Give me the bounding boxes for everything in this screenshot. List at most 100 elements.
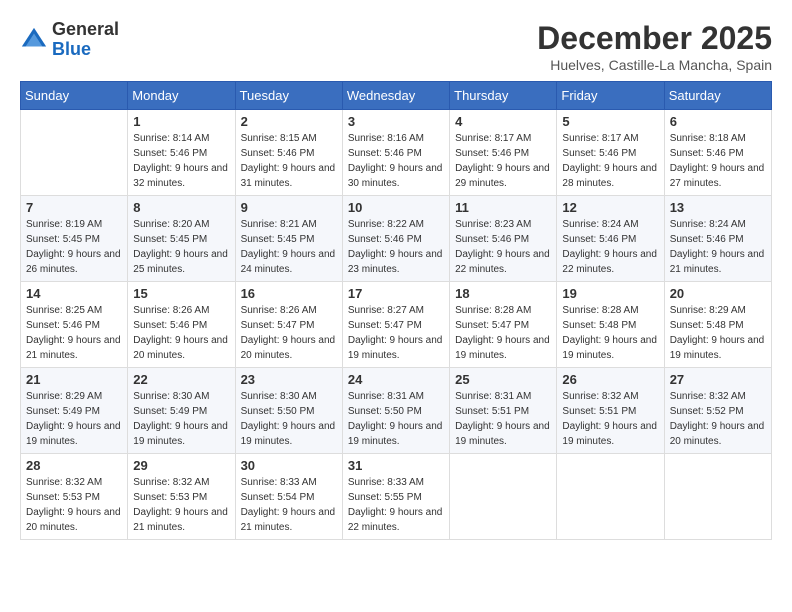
calendar-day-cell: 20Sunrise: 8:29 AMSunset: 5:48 PMDayligh… [664, 282, 771, 368]
day-info: Sunrise: 8:32 AMSunset: 5:52 PMDaylight:… [670, 389, 766, 449]
calendar-day-cell: 28Sunrise: 8:32 AMSunset: 5:53 PMDayligh… [21, 454, 128, 540]
day-info: Sunrise: 8:33 AMSunset: 5:55 PMDaylight:… [348, 475, 444, 535]
day-number: 7 [26, 200, 122, 215]
calendar-day-cell [557, 454, 664, 540]
calendar-day-cell: 3 Sunrise: 8:16 AMSunset: 5:46 PMDaylight… [342, 110, 449, 196]
day-info: Sunrise: 8:28 AMSunset: 5:48 PMDaylight:… [562, 303, 658, 363]
calendar-day-cell: 10 Sunrise: 8:22 AMSunset: 5:46 PMDayligh… [342, 196, 449, 282]
day-number: 5 [562, 114, 658, 129]
day-number: 11 [455, 200, 551, 215]
calendar-table: SundayMondayTuesdayWednesdayThursdayFrid… [20, 81, 772, 540]
day-info: Sunrise: 8:28 AMSunset: 5:47 PMDaylight:… [455, 303, 551, 363]
calendar-day-cell: 19 Sunrise: 8:28 AMSunset: 5:48 PMDayligh… [557, 282, 664, 368]
day-info: Sunrise: 8:31 AMSunset: 5:50 PMDaylight:… [348, 389, 444, 449]
calendar-day-cell: 16 Sunrise: 8:26 AMSunset: 5:47 PMDayligh… [235, 282, 342, 368]
day-number: 8 [133, 200, 229, 215]
day-of-week-header: Tuesday [235, 82, 342, 110]
day-info: Sunrise: 8:25 AMSunset: 5:46 PMDaylight:… [26, 303, 122, 363]
calendar-day-cell: 8 Sunrise: 8:20 AMSunset: 5:45 PMDaylight… [128, 196, 235, 282]
day-info: Sunrise: 8:17 AMSunset: 5:46 PMDaylight:… [562, 131, 658, 191]
calendar-day-cell: 11 Sunrise: 8:23 AMSunset: 5:46 PMDayligh… [450, 196, 557, 282]
calendar-day-cell: 14 Sunrise: 8:25 AMSunset: 5:46 PMDayligh… [21, 282, 128, 368]
calendar-week-row: 21Sunrise: 8:29 AMSunset: 5:49 PMDayligh… [21, 368, 772, 454]
day-number: 17 [348, 286, 444, 301]
day-number: 29 [133, 458, 229, 473]
day-number: 25 [455, 372, 551, 387]
day-info: Sunrise: 8:20 AMSunset: 5:45 PMDaylight:… [133, 217, 229, 277]
logo-icon [20, 26, 48, 54]
location: Huelves, Castille-La Mancha, Spain [537, 57, 772, 73]
calendar-day-cell: 21Sunrise: 8:29 AMSunset: 5:49 PMDayligh… [21, 368, 128, 454]
day-number: 12 [562, 200, 658, 215]
day-number: 14 [26, 286, 122, 301]
calendar-day-cell: 29Sunrise: 8:32 AMSunset: 5:53 PMDayligh… [128, 454, 235, 540]
calendar-day-cell: 12Sunrise: 8:24 AMSunset: 5:46 PMDayligh… [557, 196, 664, 282]
logo-text: General Blue [52, 20, 119, 60]
calendar-header-row: SundayMondayTuesdayWednesdayThursdayFrid… [21, 82, 772, 110]
calendar-day-cell: 22Sunrise: 8:30 AMSunset: 5:49 PMDayligh… [128, 368, 235, 454]
day-number: 4 [455, 114, 551, 129]
day-number: 22 [133, 372, 229, 387]
calendar-day-cell: 26Sunrise: 8:32 AMSunset: 5:51 PMDayligh… [557, 368, 664, 454]
day-number: 10 [348, 200, 444, 215]
calendar-day-cell: 5 Sunrise: 8:17 AMSunset: 5:46 PMDaylight… [557, 110, 664, 196]
calendar-day-cell: 17 Sunrise: 8:27 AMSunset: 5:47 PMDayligh… [342, 282, 449, 368]
calendar-day-cell: 25 Sunrise: 8:31 AMSunset: 5:51 PMDayligh… [450, 368, 557, 454]
day-number: 23 [241, 372, 337, 387]
calendar-day-cell: 30 Sunrise: 8:33 AMSunset: 5:54 PMDayligh… [235, 454, 342, 540]
calendar-day-cell: 2Sunrise: 8:15 AMSunset: 5:46 PMDaylight… [235, 110, 342, 196]
calendar-day-cell: 18Sunrise: 8:28 AMSunset: 5:47 PMDayligh… [450, 282, 557, 368]
calendar-week-row: 28Sunrise: 8:32 AMSunset: 5:53 PMDayligh… [21, 454, 772, 540]
calendar-day-cell: 15 Sunrise: 8:26 AMSunset: 5:46 PMDayligh… [128, 282, 235, 368]
calendar-week-row: 1 Sunrise: 8:14 AMSunset: 5:46 PMDaylight… [21, 110, 772, 196]
day-number: 16 [241, 286, 337, 301]
day-info: Sunrise: 8:29 AMSunset: 5:48 PMDaylight:… [670, 303, 766, 363]
calendar-day-cell: 4Sunrise: 8:17 AMSunset: 5:46 PMDaylight… [450, 110, 557, 196]
day-number: 26 [562, 372, 658, 387]
day-number: 9 [241, 200, 337, 215]
day-info: Sunrise: 8:26 AMSunset: 5:46 PMDaylight:… [133, 303, 229, 363]
page-header: General Blue December 2025 Huelves, Cast… [20, 20, 772, 73]
day-info: Sunrise: 8:21 AMSunset: 5:45 PMDaylight:… [241, 217, 337, 277]
calendar-day-cell [21, 110, 128, 196]
day-of-week-header: Saturday [664, 82, 771, 110]
calendar-day-cell: 27 Sunrise: 8:32 AMSunset: 5:52 PMDayligh… [664, 368, 771, 454]
day-info: Sunrise: 8:30 AMSunset: 5:50 PMDaylight:… [241, 389, 337, 449]
calendar-day-cell [664, 454, 771, 540]
day-info: Sunrise: 8:31 AMSunset: 5:51 PMDaylight:… [455, 389, 551, 449]
month-title: December 2025 [537, 20, 772, 57]
calendar-week-row: 7 Sunrise: 8:19 AMSunset: 5:45 PMDaylight… [21, 196, 772, 282]
day-of-week-header: Sunday [21, 82, 128, 110]
day-number: 19 [562, 286, 658, 301]
day-info: Sunrise: 8:15 AMSunset: 5:46 PMDaylight:… [241, 131, 337, 191]
day-info: Sunrise: 8:19 AMSunset: 5:45 PMDaylight:… [26, 217, 122, 277]
logo-general-text: General [52, 19, 119, 39]
day-info: Sunrise: 8:23 AMSunset: 5:46 PMDaylight:… [455, 217, 551, 277]
calendar-day-cell: 1 Sunrise: 8:14 AMSunset: 5:46 PMDaylight… [128, 110, 235, 196]
day-number: 15 [133, 286, 229, 301]
day-of-week-header: Friday [557, 82, 664, 110]
day-of-week-header: Monday [128, 82, 235, 110]
calendar-day-cell [450, 454, 557, 540]
day-of-week-header: Thursday [450, 82, 557, 110]
day-number: 6 [670, 114, 766, 129]
logo: General Blue [20, 20, 119, 60]
day-info: Sunrise: 8:16 AMSunset: 5:46 PMDaylight:… [348, 131, 444, 191]
day-number: 1 [133, 114, 229, 129]
day-info: Sunrise: 8:27 AMSunset: 5:47 PMDaylight:… [348, 303, 444, 363]
day-info: Sunrise: 8:14 AMSunset: 5:46 PMDaylight:… [133, 131, 229, 191]
day-info: Sunrise: 8:22 AMSunset: 5:46 PMDaylight:… [348, 217, 444, 277]
calendar-day-cell: 23 Sunrise: 8:30 AMSunset: 5:50 PMDayligh… [235, 368, 342, 454]
day-number: 24 [348, 372, 444, 387]
calendar-day-cell: 9 Sunrise: 8:21 AMSunset: 5:45 PMDaylight… [235, 196, 342, 282]
day-number: 27 [670, 372, 766, 387]
day-number: 3 [348, 114, 444, 129]
day-info: Sunrise: 8:33 AMSunset: 5:54 PMDaylight:… [241, 475, 337, 535]
day-info: Sunrise: 8:18 AMSunset: 5:46 PMDaylight:… [670, 131, 766, 191]
day-number: 30 [241, 458, 337, 473]
calendar-day-cell: 31 Sunrise: 8:33 AMSunset: 5:55 PMDayligh… [342, 454, 449, 540]
day-info: Sunrise: 8:26 AMSunset: 5:47 PMDaylight:… [241, 303, 337, 363]
day-number: 31 [348, 458, 444, 473]
title-block: December 2025 Huelves, Castille-La Manch… [537, 20, 772, 73]
day-info: Sunrise: 8:24 AMSunset: 5:46 PMDaylight:… [670, 217, 766, 277]
